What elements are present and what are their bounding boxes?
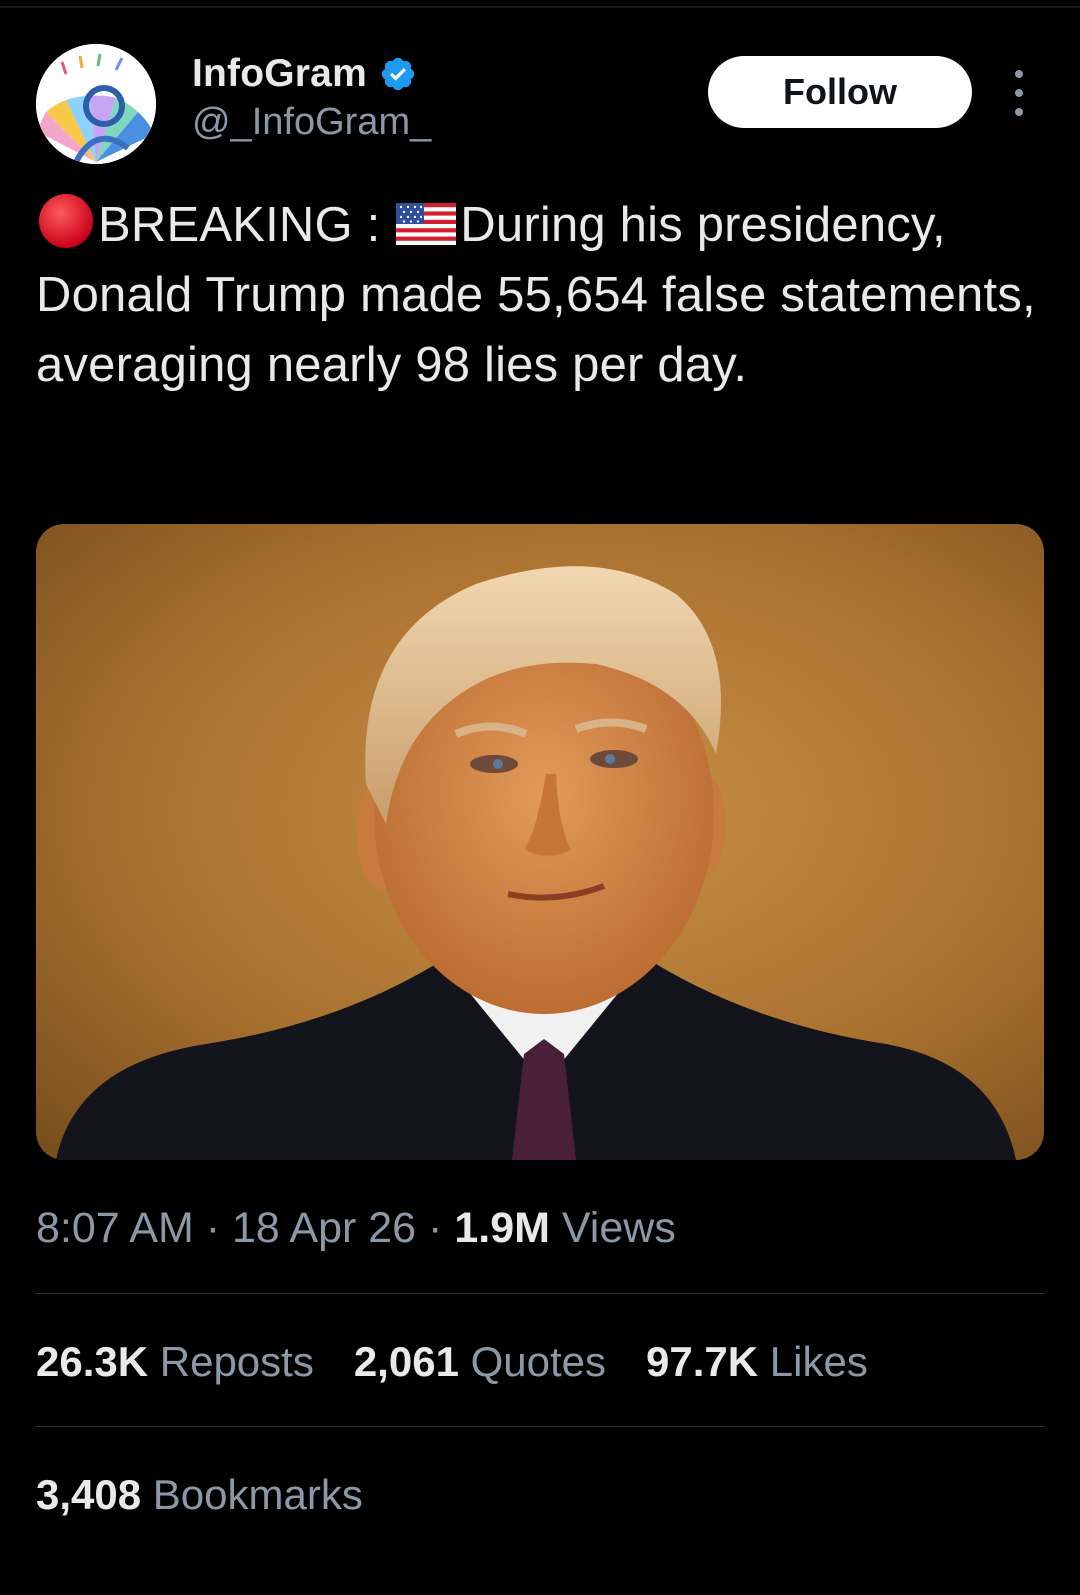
divider xyxy=(36,1293,1044,1294)
meta-separator: · xyxy=(428,1204,443,1252)
account-handle[interactable]: @_InfoGram_ xyxy=(192,101,431,144)
reposts-count: 26.3K xyxy=(36,1338,149,1385)
likes-count: 97.7K xyxy=(646,1338,759,1385)
post-photo[interactable] xyxy=(36,524,1044,1160)
post-time[interactable]: 8:07 AM xyxy=(36,1204,194,1252)
avatar[interactable] xyxy=(36,44,156,164)
top-divider xyxy=(0,6,1080,8)
quotes-count: 2,061 xyxy=(353,1338,459,1385)
bookmarks-count: 3,408 xyxy=(36,1471,142,1518)
divider xyxy=(36,1426,1044,1427)
us-flag-icon xyxy=(396,194,457,245)
engagement-stats: 26.3K Reposts 2,061 Quotes 97.7K Likes xyxy=(36,1338,868,1386)
display-name-row[interactable]: InfoGram xyxy=(192,50,417,98)
likes-stat[interactable]: 97.7K Likes xyxy=(646,1338,868,1386)
post-date[interactable]: 18 Apr 26 xyxy=(232,1204,416,1252)
reposts-label: Reposts xyxy=(159,1338,314,1385)
more-vertical-icon[interactable] xyxy=(1004,70,1034,116)
verified-badge-icon xyxy=(379,55,417,93)
red-circle-icon xyxy=(36,193,96,249)
bookmarks-stat[interactable]: 3,408 Bookmarks xyxy=(36,1471,363,1519)
infogram-logo-icon xyxy=(36,44,156,164)
post-meta: 8:07 AM · 18 Apr 26 · 1.9M Views xyxy=(36,1204,676,1253)
meta-separator: · xyxy=(205,1204,221,1252)
views-count: 1.9M xyxy=(454,1204,550,1252)
breaking-prefix: BREAKING : xyxy=(98,198,381,252)
tweet-text: BREAKING : During his presidency, Donald… xyxy=(36,190,1046,400)
display-name[interactable]: InfoGram xyxy=(192,52,367,96)
views-label: Views xyxy=(561,1204,676,1252)
bookmarks-label: Bookmarks xyxy=(152,1471,363,1518)
quotes-stat[interactable]: 2,061 Quotes xyxy=(354,1338,606,1386)
likes-label: Likes xyxy=(769,1338,868,1385)
reposts-stat[interactable]: 26.3K Reposts xyxy=(36,1338,314,1386)
quotes-label: Quotes xyxy=(470,1338,607,1385)
follow-button[interactable]: Follow xyxy=(708,56,972,128)
